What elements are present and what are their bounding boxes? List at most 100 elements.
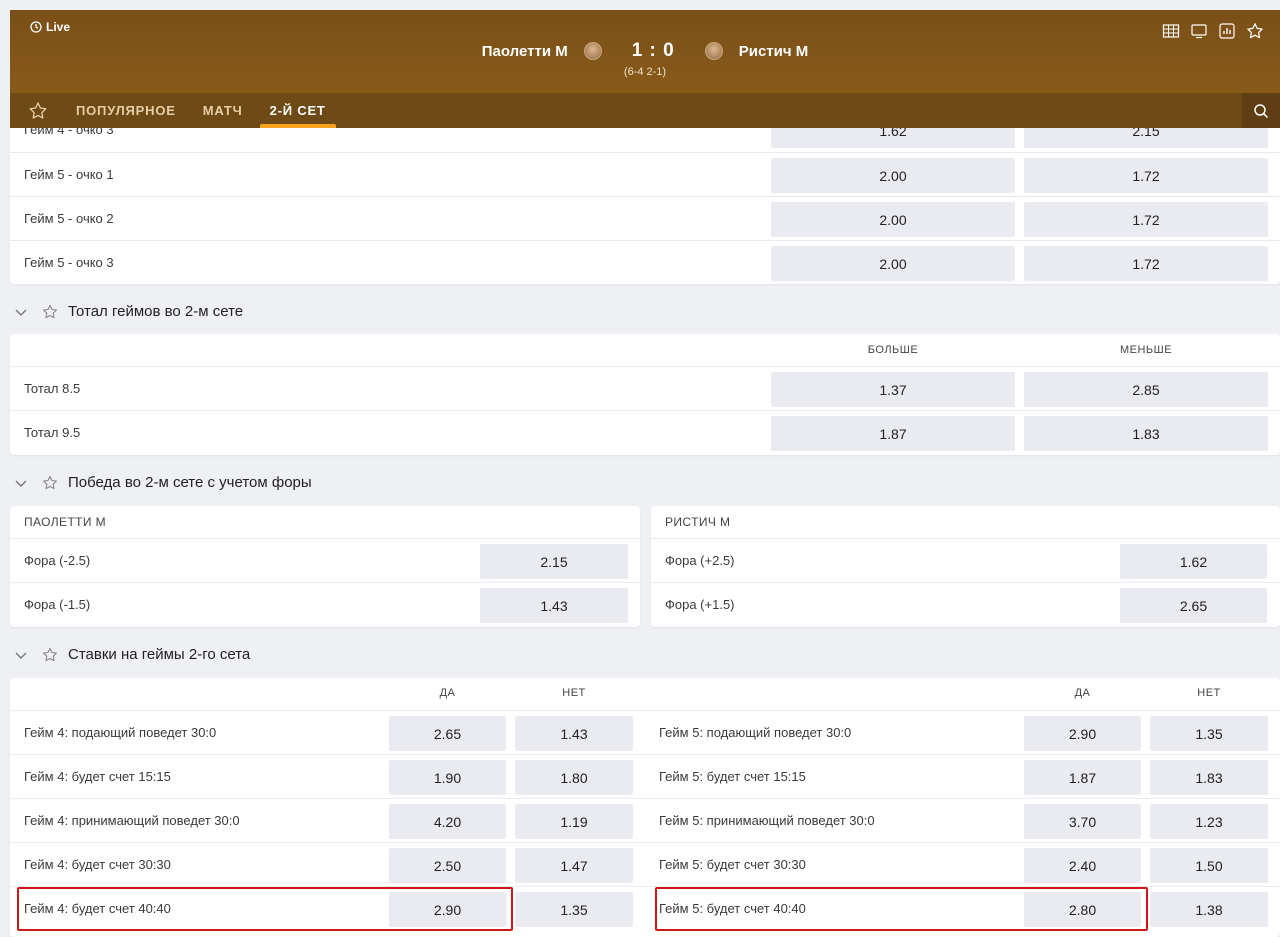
column-header: ДА xyxy=(439,687,456,699)
player-heading: РИСТИЧ М xyxy=(665,515,731,529)
row-label: Гейм 5 - очко 2 xyxy=(24,211,114,226)
set-scores: (6-4 2-1) xyxy=(623,66,667,78)
tab-second-set[interactable]: 2-Й СЕТ xyxy=(259,93,336,128)
odd-button[interactable]: 2.00 xyxy=(771,158,1015,193)
games-card: ДА НЕТ ДА НЕТ Гейм 4: подающий поведет 3… xyxy=(10,678,1280,937)
table-row: Гейм 5 - очко 2 2.00 1.72 xyxy=(10,196,1280,240)
odd-button[interactable]: 2.50 xyxy=(389,848,506,883)
column-header: БОЛЬШЕ xyxy=(867,344,919,356)
odd-button[interactable]: 1.35 xyxy=(1150,716,1268,751)
section-header-games[interactable]: Ставки на геймы 2-го сета xyxy=(14,646,250,663)
odd-button[interactable]: 4.20 xyxy=(389,804,506,839)
odd-button[interactable]: 1.83 xyxy=(1150,760,1268,795)
section-header-handicap[interactable]: Победа во 2-м сете с учетом форы xyxy=(14,474,312,491)
live-label: Live xyxy=(46,20,71,34)
table-row: Гейм 4: будет счет 30:30 2.50 1.47 Гейм … xyxy=(10,842,1280,886)
row-label: Гейм 4: будет счет 30:30 xyxy=(24,857,171,872)
odd-button[interactable]: 1.43 xyxy=(480,588,628,623)
odd-button[interactable]: 2.00 xyxy=(771,202,1015,237)
odd-button[interactable]: 1.72 xyxy=(1024,158,1268,193)
odd-button[interactable]: 2.40 xyxy=(1024,848,1141,883)
section-header-totals[interactable]: Тотал геймов во 2-м сете xyxy=(14,303,243,320)
favorite-star-icon[interactable] xyxy=(1246,22,1264,40)
odd-button[interactable]: 1.90 xyxy=(389,760,506,795)
table-row: Фора (-2.5) 2.15 xyxy=(10,538,640,582)
odd-button[interactable]: 1.50 xyxy=(1150,848,1268,883)
odd-button[interactable]: 2.00 xyxy=(771,246,1015,281)
totals-card: БОЛЬШЕ МЕНЬШЕ Тотал 8.5 1.37 2.85 Тотал … xyxy=(10,334,1280,455)
team2-name[interactable]: Ристич М xyxy=(739,43,809,60)
column-header: ДА xyxy=(1074,687,1091,699)
odd-button[interactable]: 1.38 xyxy=(1150,892,1268,927)
odd-button[interactable]: 2.90 xyxy=(389,892,506,927)
odd-button[interactable]: 2.80 xyxy=(1024,892,1141,927)
chevron-down-icon xyxy=(15,309,27,316)
odd-button[interactable]: 1.19 xyxy=(515,804,633,839)
team1-name[interactable]: Паолетти М xyxy=(482,43,568,60)
table-row: Гейм 4: будет счет 15:15 1.90 1.80 Гейм … xyxy=(10,754,1280,798)
row-label: Гейм 5: принимающий поведет 30:0 xyxy=(659,813,875,828)
clock-icon xyxy=(30,21,42,33)
odd-button[interactable]: 1.72 xyxy=(1024,246,1268,281)
star-icon[interactable] xyxy=(42,647,58,663)
table-row: Фора (+1.5) 2.65 xyxy=(651,582,1280,626)
odd-button[interactable]: 1.47 xyxy=(515,848,633,883)
table-row: Гейм 5 - очко 1 2.00 1.72 xyxy=(10,152,1280,196)
section-title: Тотал геймов во 2-м сете xyxy=(68,303,244,320)
table-row: Гейм 4: подающий поведет 30:0 2.65 1.43 … xyxy=(10,710,1280,754)
tab-match[interactable]: МАТЧ xyxy=(193,93,253,128)
team2-avatar xyxy=(704,42,723,60)
star-icon[interactable] xyxy=(42,475,58,491)
row-label: Гейм 4: будет счет 40:40 xyxy=(24,901,171,916)
odd-button[interactable]: 1.72 xyxy=(1024,202,1268,237)
handicap-card-left: ПАОЛЕТТИ М Фора (-2.5) 2.15 Фора (-1.5) … xyxy=(10,506,640,627)
odd-button[interactable]: 1.23 xyxy=(1150,804,1268,839)
player-heading: ПАОЛЕТТИ М xyxy=(24,515,107,529)
odd-button[interactable]: 1.83 xyxy=(1024,416,1268,451)
table-row: Фора (+2.5) 1.62 xyxy=(651,538,1280,582)
search-icon xyxy=(1254,103,1269,118)
row-label: Тотал 9.5 xyxy=(24,425,81,440)
row-label: Фора (+2.5) xyxy=(665,553,735,568)
tv-icon[interactable] xyxy=(1190,22,1208,40)
tab-bar: ПОПУЛЯРНОЕ МАТЧ 2-Й СЕТ xyxy=(10,93,1280,128)
odd-button[interactable]: 2.15 xyxy=(480,544,628,579)
row-label: Фора (+1.5) xyxy=(665,597,735,612)
odd-button[interactable]: 3.70 xyxy=(1024,804,1141,839)
row-label: Гейм 5 - очко 1 xyxy=(24,167,114,182)
row-label: Тотал 8.5 xyxy=(24,381,81,396)
odd-button[interactable]: 2.90 xyxy=(1024,716,1141,751)
odd-button[interactable]: 1.62 xyxy=(1120,544,1267,579)
row-label: Фора (-2.5) xyxy=(24,553,91,568)
search-button[interactable] xyxy=(1242,93,1280,128)
section-title: Победа во 2-м сете с учетом форы xyxy=(68,474,312,491)
odd-button[interactable]: 1.35 xyxy=(515,892,633,927)
tab-popular[interactable]: ПОПУЛЯРНОЕ xyxy=(66,93,186,128)
table-row: Гейм 4: принимающий поведет 30:0 4.20 1.… xyxy=(10,798,1280,842)
chevron-down-icon xyxy=(15,480,27,487)
odd-button[interactable]: 1.43 xyxy=(515,716,633,751)
row-label: Гейм 4: будет счет 15:15 xyxy=(24,769,171,784)
odd-button[interactable]: 2.85 xyxy=(1024,372,1268,407)
odd-button[interactable]: 1.80 xyxy=(515,760,633,795)
odd-button[interactable]: 2.65 xyxy=(389,716,506,751)
scoreboard: Паолетти М 1 : 0 Ристич М xyxy=(10,40,1280,62)
odd-button[interactable]: 1.37 xyxy=(771,372,1015,407)
odd-button[interactable]: 2.65 xyxy=(1120,588,1267,623)
odd-button[interactable]: 1.87 xyxy=(771,416,1015,451)
favorites-tab-star-icon[interactable] xyxy=(28,101,48,121)
handicap-card-right: РИСТИЧ М Фора (+2.5) 1.62 Фора (+1.5) 2.… xyxy=(651,506,1280,627)
stats-icon[interactable] xyxy=(1218,22,1236,40)
table-row: Гейм 4: будет счет 40:40 2.90 1.35 Гейм … xyxy=(10,886,1280,930)
row-label: Гейм 4: принимающий поведет 30:0 xyxy=(24,813,240,828)
column-header: НЕТ xyxy=(562,687,586,699)
odd-button[interactable]: 1.87 xyxy=(1024,760,1141,795)
point-bets-card: Гейм 4 - очко 3 1.62 2.15 Гейм 5 - очко … xyxy=(10,108,1280,284)
star-icon[interactable] xyxy=(42,304,58,320)
column-header: МЕНЬШЕ xyxy=(1119,344,1173,356)
table-icon[interactable] xyxy=(1162,22,1180,40)
team1-avatar xyxy=(583,42,602,60)
row-label: Гейм 5: будет счет 40:40 xyxy=(659,901,806,916)
column-header: НЕТ xyxy=(1197,687,1221,699)
section-title: Ставки на геймы 2-го сета xyxy=(68,646,251,663)
